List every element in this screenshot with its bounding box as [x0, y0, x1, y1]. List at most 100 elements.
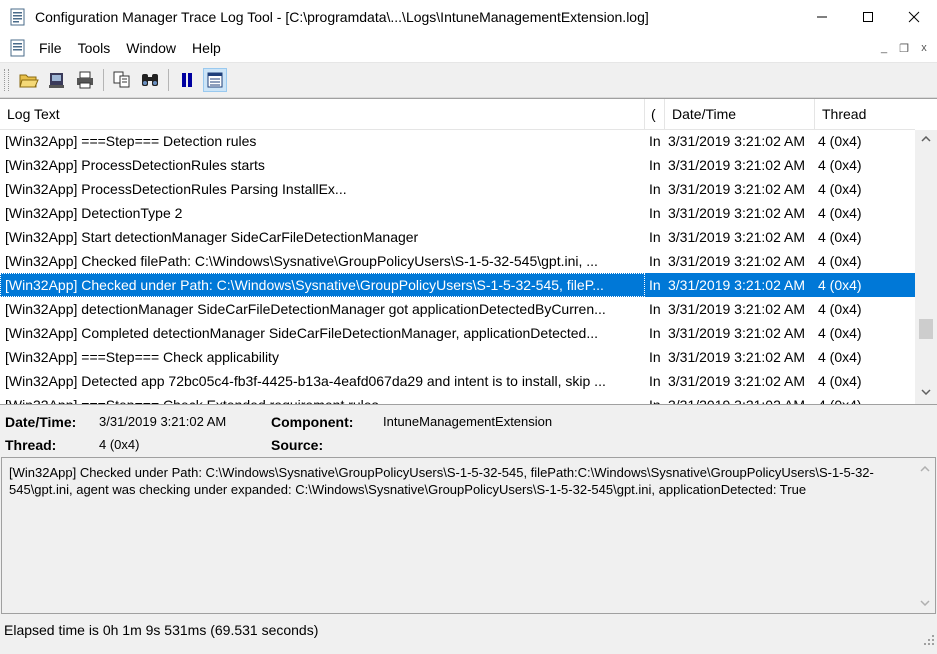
log-row[interactable]: [Win32App] ProcessDetectionRules Parsing…: [0, 177, 915, 201]
thread-cell: 4 (0x4): [815, 393, 915, 404]
datetime-cell: 3/31/2019 3:21:02 AM: [668, 181, 805, 197]
close-button[interactable]: [891, 0, 937, 34]
datetime-cell: 3/31/2019 3:21:02 AM: [668, 157, 805, 173]
component-cell: In: [649, 229, 661, 245]
thread-cell: 4 (0x4): [818, 229, 862, 245]
thread-cell: 4 (0x4): [818, 181, 862, 197]
thread-cell: 4 (0x4): [818, 253, 862, 269]
log-row[interactable]: [Win32App] Checked filePath: C:\Windows\…: [0, 249, 915, 273]
toolbar-separator: [168, 69, 169, 91]
log-row[interactable]: [Win32App] ===Step=== Check applicabilit…: [0, 345, 915, 369]
toolbar-separator: [103, 69, 104, 91]
log-row[interactable]: [Win32App] detectionManager SideCarFileD…: [0, 297, 915, 321]
scroll-down-icon[interactable]: [915, 383, 937, 400]
open-button[interactable]: [17, 68, 41, 92]
column-header-thread[interactable]: Thread: [815, 99, 915, 129]
maximize-button[interactable]: [845, 0, 891, 34]
mdi-close-button[interactable]: x: [915, 40, 933, 56]
copy-button[interactable]: [110, 68, 134, 92]
datetime-cell: 3/31/2019 3:21:02 AM: [668, 133, 805, 149]
highlight-icon: [207, 72, 223, 88]
toolbar-grip[interactable]: [4, 69, 9, 91]
thread-cell: 4 (0x4): [818, 133, 862, 149]
log-text-cell: [Win32App] ProcessDetectionRules starts: [5, 157, 265, 173]
datetime-label: Date/Time:: [5, 414, 77, 430]
message-scroll-down-icon[interactable]: [915, 594, 935, 611]
column-header-component[interactable]: (: [645, 99, 665, 129]
component-cell: In: [649, 349, 661, 365]
scroll-thumb[interactable]: [919, 319, 933, 339]
open-folder-icon: [19, 74, 39, 88]
scroll-up-icon[interactable]: [915, 130, 937, 147]
maximize-icon: [863, 12, 873, 22]
datetime-cell: 3/31/2019 3:21:02 AM: [668, 373, 805, 389]
column-header-log-text[interactable]: Log Text: [0, 99, 645, 129]
details-panel: Date/Time: 3/31/2019 3:21:02 AM Componen…: [0, 404, 937, 457]
message-scrollbar[interactable]: [915, 458, 935, 613]
print-preview-button[interactable]: [45, 68, 69, 92]
window-title: Configuration Manager Trace Log Tool - […: [35, 9, 649, 25]
message-text-box[interactable]: [Win32App] Checked under Path: C:\Window…: [1, 457, 936, 614]
menu-window[interactable]: Window: [118, 34, 184, 62]
mdi-minimize-button[interactable]: _: [875, 40, 893, 56]
resize-grip-icon[interactable]: [923, 629, 935, 645]
menu-help[interactable]: Help: [184, 34, 229, 62]
log-text-cell: [Win32App] Start detectionManager SideCa…: [5, 229, 419, 245]
log-text-cell: [Win32App] ===Step=== Detection rules: [5, 133, 257, 149]
log-text-cell: [Win32App] ===Step=== Check applicabilit…: [5, 349, 279, 365]
log-row[interactable]: [Win32App] Detected app 72bc05c4-fb3f-44…: [0, 369, 915, 393]
message-text: [Win32App] Checked under Path: C:\Window…: [9, 465, 874, 497]
thread-label: Thread:: [5, 437, 57, 453]
app-icon[interactable]: [9, 8, 27, 26]
component-cell: In: [649, 325, 661, 341]
minimize-button[interactable]: [799, 0, 845, 34]
toolbar: [0, 63, 937, 98]
datetime-cell: 3/31/2019 3:21:02 AM: [665, 393, 815, 404]
document-icon[interactable]: [9, 39, 27, 57]
thread-cell: 4 (0x4): [818, 373, 862, 389]
component-cell: In: [649, 301, 661, 317]
thread-cell: 4 (0x4): [818, 349, 862, 365]
log-row[interactable]: [Win32App] ===Step=== Detection rules In 3…: [0, 130, 915, 153]
title-bar: Configuration Manager Trace Log Tool - […: [0, 0, 937, 34]
datetime-cell: 3/31/2019 3:21:02 AM: [668, 229, 805, 245]
component-cell: In: [649, 253, 661, 269]
message-scroll-up-icon[interactable]: [915, 460, 935, 477]
thread-cell: 4 (0x4): [818, 325, 862, 341]
component-cell: In: [649, 133, 661, 149]
pause-button[interactable]: [175, 68, 199, 92]
source-label: Source:: [271, 437, 324, 453]
find-icon: [142, 74, 158, 86]
log-row[interactable]: [Win32App] Completed detectionManager Si…: [0, 321, 915, 345]
find-button[interactable]: [138, 68, 162, 92]
thread-cell: 4 (0x4): [818, 157, 862, 173]
thread-cell: 4 (0x4): [818, 205, 862, 221]
copy-icon: [113, 71, 130, 88]
grid-header: Log Text ( Date/Time Thread: [0, 99, 915, 130]
print-button[interactable]: [73, 68, 97, 92]
log-text-cell: [Win32App] Completed detectionManager Si…: [5, 325, 599, 341]
component-cell: In: [649, 157, 661, 173]
datetime-cell: 3/31/2019 3:21:02 AM: [668, 349, 805, 365]
log-text-cell: [Win32App] detectionManager SideCarFileD…: [5, 301, 606, 317]
log-text-cell: [Win32App] Checked filePath: C:\Windows\…: [5, 253, 598, 269]
highlight-button[interactable]: [203, 68, 227, 92]
menu-file[interactable]: File: [31, 34, 70, 62]
log-row[interactable]: [Win32App] Checked under Path: C:\Window…: [0, 273, 915, 297]
log-text-cell: [Win32App] Detected app 72bc05c4-fb3f-44…: [5, 373, 606, 389]
log-text-cell: [Win32App] ProcessDetectionRules Parsing…: [5, 181, 347, 197]
mdi-restore-button[interactable]: ❐: [895, 40, 913, 56]
log-row[interactable]: [Win32App] Start detectionManager SideCa…: [0, 225, 915, 249]
print-preview-icon: [49, 73, 64, 88]
log-row[interactable]: [Win32App] ProcessDetectionRules starts I…: [0, 153, 915, 177]
log-row[interactable]: [Win32App] DetectionType 2 In 3/31/2019 3:…: [0, 201, 915, 225]
status-bar: Elapsed time is 0h 1m 9s 531ms (69.531 s…: [0, 618, 937, 645]
column-header-datetime[interactable]: Date/Time: [665, 99, 815, 129]
log-text-cell: [Win32App] Checked under Path: C:\Window…: [0, 273, 645, 297]
menu-tools[interactable]: Tools: [70, 34, 119, 62]
log-text-cell: [Win32App] ===Step=== Check Extended req…: [0, 393, 645, 404]
log-row[interactable]: [Win32App] ===Step=== Check Extended req…: [0, 393, 915, 404]
menu-bar: File Tools Window Help _ ❐ x: [0, 34, 937, 63]
log-grid: Log Text ( Date/Time Thread [Win32App] =…: [0, 98, 937, 404]
grid-scrollbar[interactable]: [915, 130, 937, 404]
